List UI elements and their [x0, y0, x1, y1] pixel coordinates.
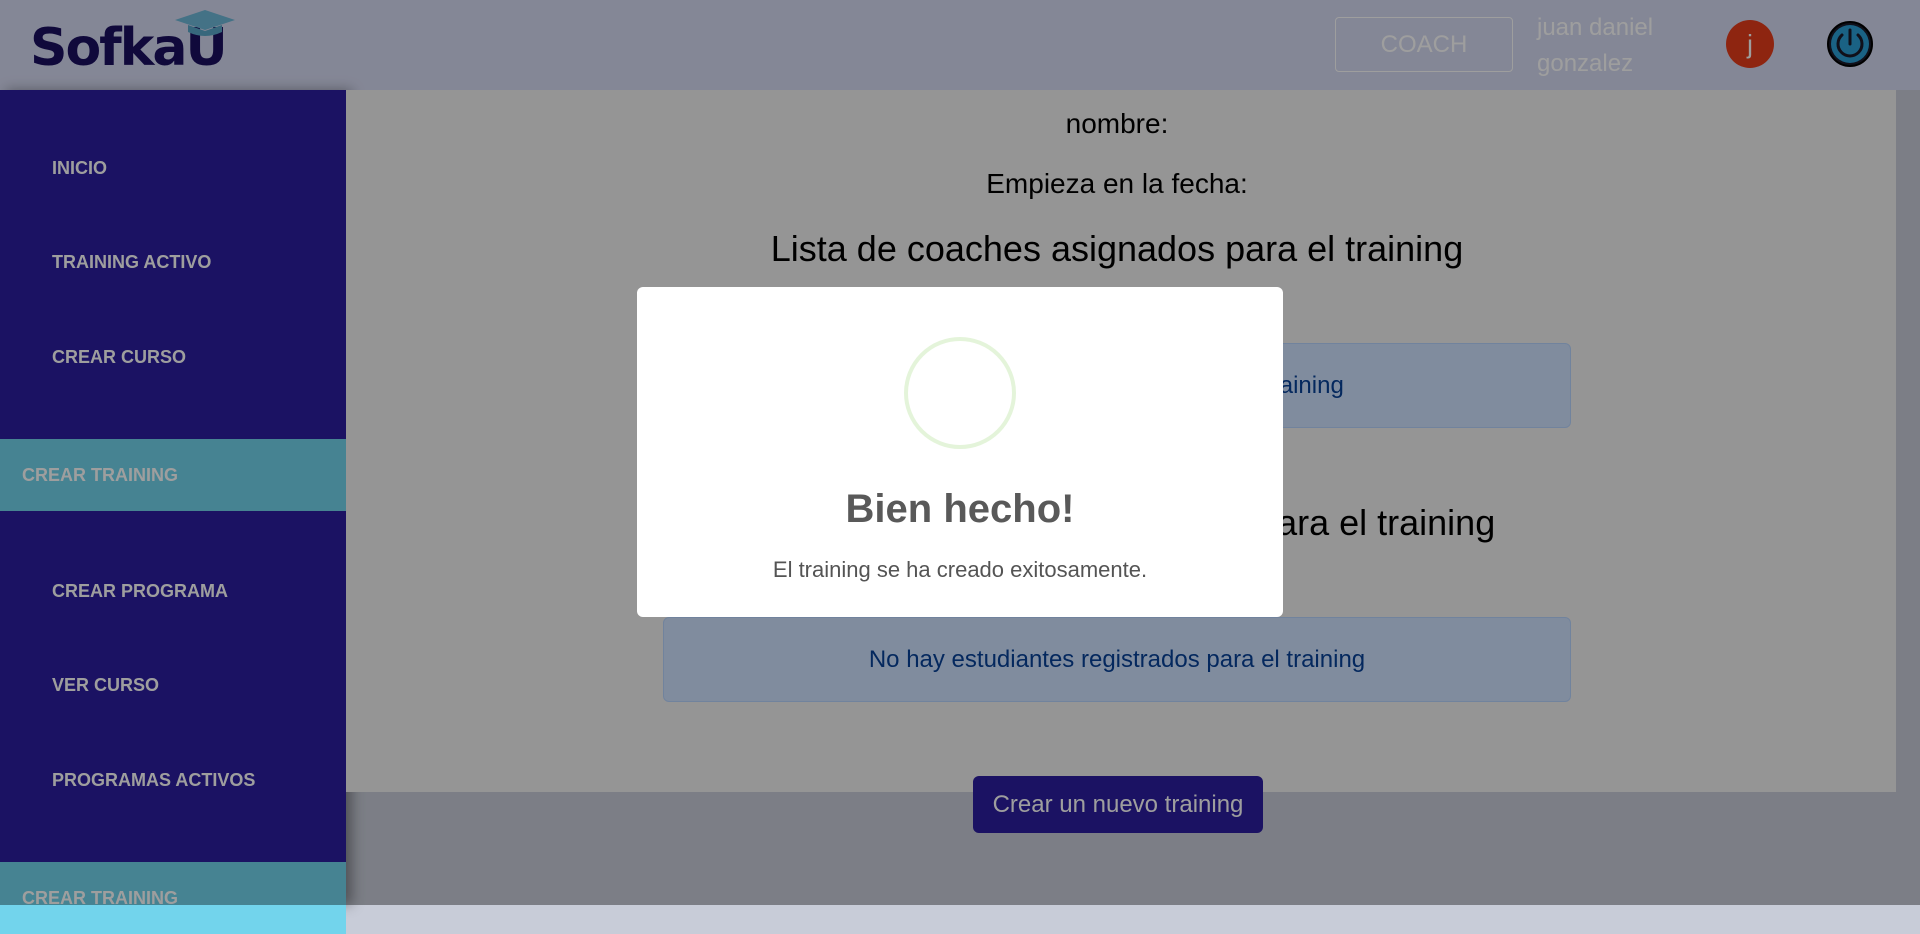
modal-message: El training se ha creado exitosamente.	[772, 557, 1148, 582]
success-modal: Bien hecho! El training se ha creado exi…	[637, 287, 1283, 617]
modal-title: Bien hecho!	[845, 487, 1075, 531]
success-icon	[904, 337, 1016, 449]
